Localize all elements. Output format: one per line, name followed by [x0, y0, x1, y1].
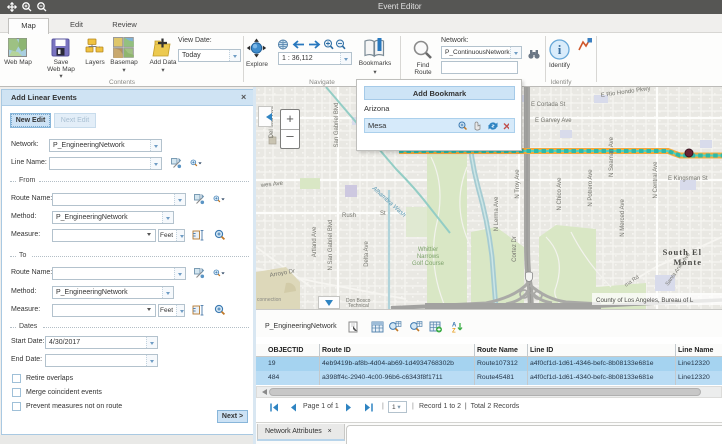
- svg-text:Delta Ave: Delta Ave: [364, 241, 370, 267]
- svg-text:N Potrero Ave: N Potrero Ave: [588, 169, 594, 207]
- svg-text:Artland Ave: Artland Ave: [312, 226, 318, 257]
- svg-text:N Central Ave: N Central Ave: [653, 161, 659, 199]
- svg-text:N Merced Ave: N Merced Ave: [620, 199, 626, 237]
- svg-text:Golf Course: Golf Course: [412, 261, 445, 267]
- svg-text:E Cortada St: E Cortada St: [531, 102, 566, 108]
- svg-text:i: i: [558, 42, 562, 57]
- svg-text:N Troy Ave: N Troy Ave: [515, 169, 521, 199]
- svg-text:Rush: Rush: [342, 213, 356, 219]
- svg-text:E Kingsman St: E Kingsman St: [668, 176, 708, 182]
- svg-text:San Gabriel Blvd: San Gabriel Blvd: [334, 102, 340, 147]
- svg-text:South El: South El: [663, 247, 702, 257]
- svg-text:N Chico Ave: N Chico Ave: [557, 177, 563, 211]
- svg-text:N San Gabriel Blvd: N San Gabriel Blvd: [328, 219, 334, 270]
- svg-text:St: St: [380, 211, 386, 217]
- svg-text:County of Los Angeles, Bureau: County of Los Angeles, Bureau of L: [596, 297, 694, 304]
- svg-text:Whittier: Whittier: [418, 247, 438, 253]
- svg-text:Cortez Dr: Cortez Dr: [512, 236, 518, 262]
- svg-text:N Seaman Ave: N Seaman Ave: [609, 136, 615, 177]
- svg-text:E Garvey Ave: E Garvey Ave: [535, 118, 572, 124]
- svg-text:Monte: Monte: [673, 257, 702, 267]
- svg-text:N Lerma Ave: N Lerma Ave: [494, 196, 500, 231]
- svg-text:Narrows: Narrows: [417, 254, 439, 260]
- svg-text:connection: connection: [257, 297, 281, 303]
- svg-text:Z: Z: [452, 329, 456, 334]
